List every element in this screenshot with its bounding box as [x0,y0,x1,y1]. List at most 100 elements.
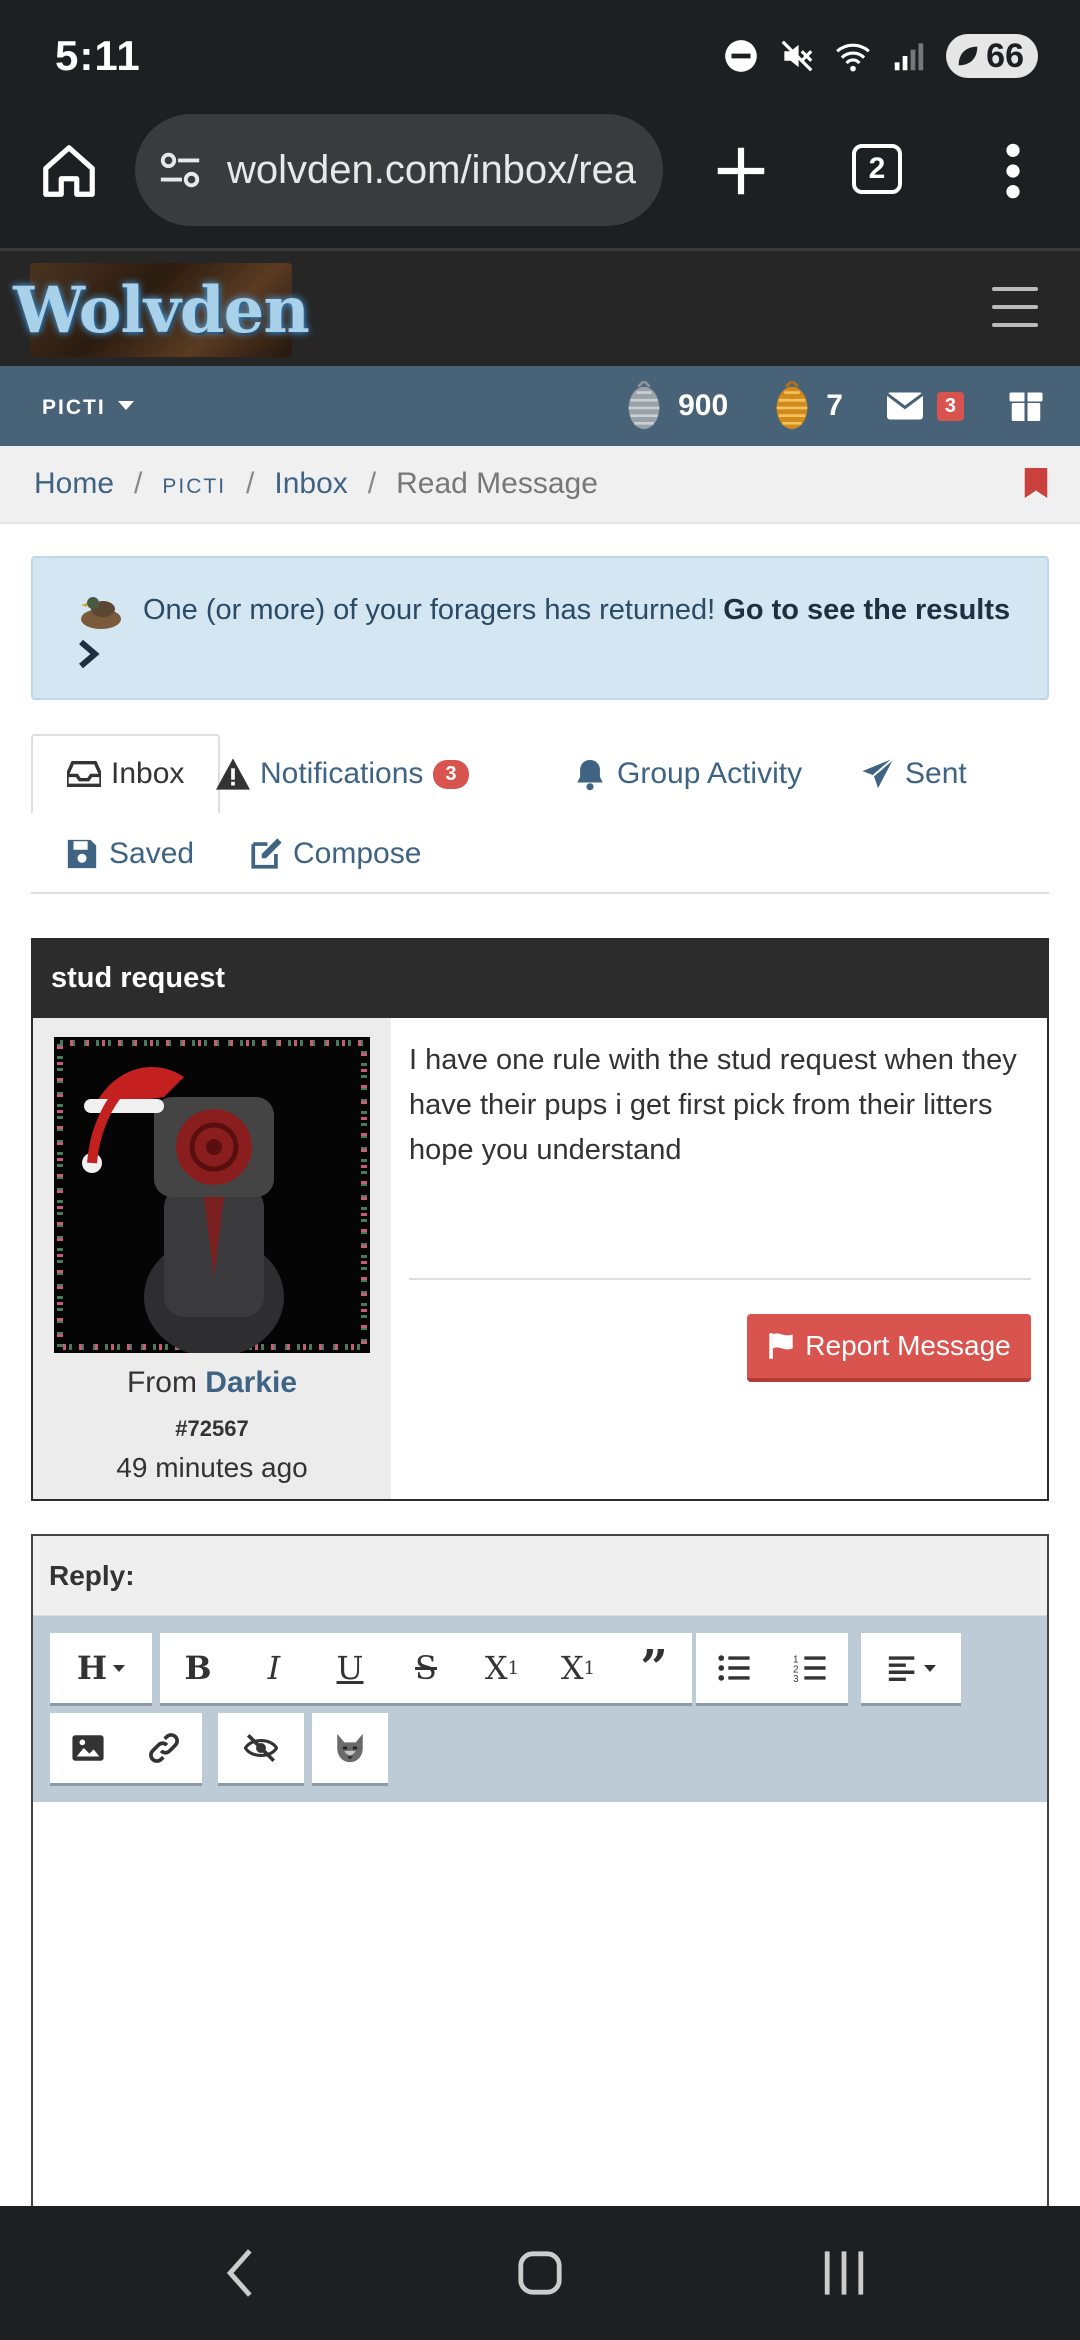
heading-button[interactable]: H [50,1633,152,1703]
breadcrumb-user[interactable]: pιcτι [162,467,226,501]
report-message-label: Report Message [805,1330,1011,1361]
reply-label: Reply: [33,1536,1047,1616]
message-body: I have one rule with the stud request wh… [409,1044,1017,1166]
toolbar-group-heading: H [50,1633,152,1703]
tab-sent-label: Sent [905,757,967,790]
system-nav-bar [0,2206,1080,2340]
image-icon [72,1735,104,1761]
bullet-list-icon [718,1655,750,1681]
inventory-link[interactable] [1008,389,1044,423]
site-settings-icon[interactable] [157,147,203,193]
home-icon[interactable] [38,140,100,202]
user-bar: pιcτι 900 7 3 [0,366,1080,446]
flag-icon [769,1333,793,1359]
wolf-emoji-button[interactable] [312,1713,388,1783]
gold-currency[interactable]: 7 [772,381,843,431]
status-bar: 5:11 66 [0,0,1080,114]
chevron-right-icon[interactable] [77,638,101,670]
bullet-list-button[interactable] [696,1633,772,1703]
address-bar[interactable]: wolvden.com/inbox/rea [135,114,663,226]
sender-name-link[interactable]: Darkie [205,1366,297,1399]
superscript-button[interactable]: X1 [464,1633,540,1703]
user-dropdown[interactable]: pιcτι [42,388,134,422]
report-message-button[interactable]: Report Message [747,1314,1031,1382]
link-button[interactable] [126,1713,202,1783]
sender-info: From Darkie #72567 49 minutes ago [33,1018,391,1499]
svg-text:3: 3 [793,1674,799,1685]
tab-saved[interactable]: Saved [31,814,228,894]
message-time: 49 minutes ago [116,1452,308,1483]
toolbar-group-lists: 123 [696,1633,848,1703]
home-nav-icon[interactable] [516,2246,564,2300]
alert-text: One (or more) of your foragers has retur… [143,594,716,626]
tab-switcher-button[interactable]: 2 [852,144,902,194]
image-button[interactable] [50,1713,126,1783]
gold-pinecone-icon [776,381,808,430]
breadcrumb-home[interactable]: Home [34,467,114,501]
toolbar-group-format: B I U S X1 X1 ” [160,1633,692,1703]
avatar-image [54,1037,370,1353]
battery-level: 66 [986,36,1024,75]
forager-alert: One (or more) of your foragers has retur… [31,556,1049,700]
italic-button[interactable]: I [236,1633,312,1703]
tab-inbox[interactable]: Inbox [31,734,221,814]
alert-link[interactable]: Go to see the results [723,594,1010,626]
hamburger-menu-icon[interactable] [992,287,1038,327]
envelope-icon [886,392,923,420]
more-options-icon[interactable] [998,140,1028,202]
mute-icon [781,40,813,72]
subscript-button[interactable]: X1 [540,1633,616,1703]
tab-inbox-label: Inbox [111,757,185,790]
back-icon[interactable] [222,2246,258,2300]
tab-notifications[interactable]: Notifications 3 [216,734,469,814]
align-left-icon [888,1656,915,1682]
gold-amount: 7 [826,389,843,422]
spoiler-button[interactable] [218,1713,304,1783]
tab-notifications-label: Notifications [260,757,424,790]
numbered-list-button[interactable]: 123 [772,1633,848,1703]
wolvden-logo[interactable]: Wolvden [13,263,310,357]
leaf-icon [958,46,978,66]
inbox-tabs: Inbox Notifications 3 Group Activity Sen… [31,734,1049,894]
toolbar-group-align [861,1633,961,1703]
message-panel: stud request From Darkie #72567 49 minut… [31,938,1049,1501]
tab-compose[interactable]: Compose [249,814,421,894]
mail-link[interactable]: 3 [886,391,964,421]
breadcrumb-current: Read Message [396,467,598,500]
tab-group-activity[interactable]: Group Activity [573,734,802,814]
strikethrough-button[interactable]: S [388,1633,464,1703]
link-icon [149,1733,179,1763]
underline-button[interactable]: U [312,1633,388,1703]
editor-toolbar: H B I U S X1 X1 ” 123 [33,1616,1047,1802]
signal-icon [894,43,924,71]
do-not-disturb-icon [725,40,758,72]
username-label: pιcτι [42,388,106,421]
box-icon [1009,392,1043,421]
recent-apps-icon[interactable] [820,2246,868,2300]
tab-group-activity-label: Group Activity [617,757,803,790]
align-button[interactable] [861,1633,961,1703]
sender-avatar[interactable] [54,1037,370,1353]
toolbar-group-insert [50,1713,202,1783]
sender-id[interactable]: #72567 [33,1416,391,1442]
reply-editor[interactable] [33,1802,1047,2236]
browser-toolbar: wolvden.com/inbox/rea 2 [0,114,1080,248]
status-time: 5:11 [55,32,141,79]
warning-icon [216,758,250,790]
edit-icon [251,838,282,869]
notifications-badge: 3 [433,759,469,789]
url-text: wolvden.com/inbox/rea [227,147,637,192]
wifi-icon [836,43,871,72]
forager-bird-icon [81,597,121,630]
new-tab-icon[interactable] [710,140,772,202]
inbox-tray-icon [67,760,101,788]
quote-button[interactable]: ” [616,1633,692,1703]
tab-sent[interactable]: Sent [861,734,967,814]
message-subject: stud request [33,940,1047,1018]
breadcrumb-inbox[interactable]: Inbox [274,467,347,501]
bookmark-icon[interactable] [1024,468,1048,498]
silver-currency[interactable]: 900 [624,381,728,431]
bold-button[interactable]: B [160,1633,236,1703]
breadcrumb: Home / pιcτι / Inbox / Read Message [0,446,1080,524]
tab-compose-label: Compose [293,837,422,870]
